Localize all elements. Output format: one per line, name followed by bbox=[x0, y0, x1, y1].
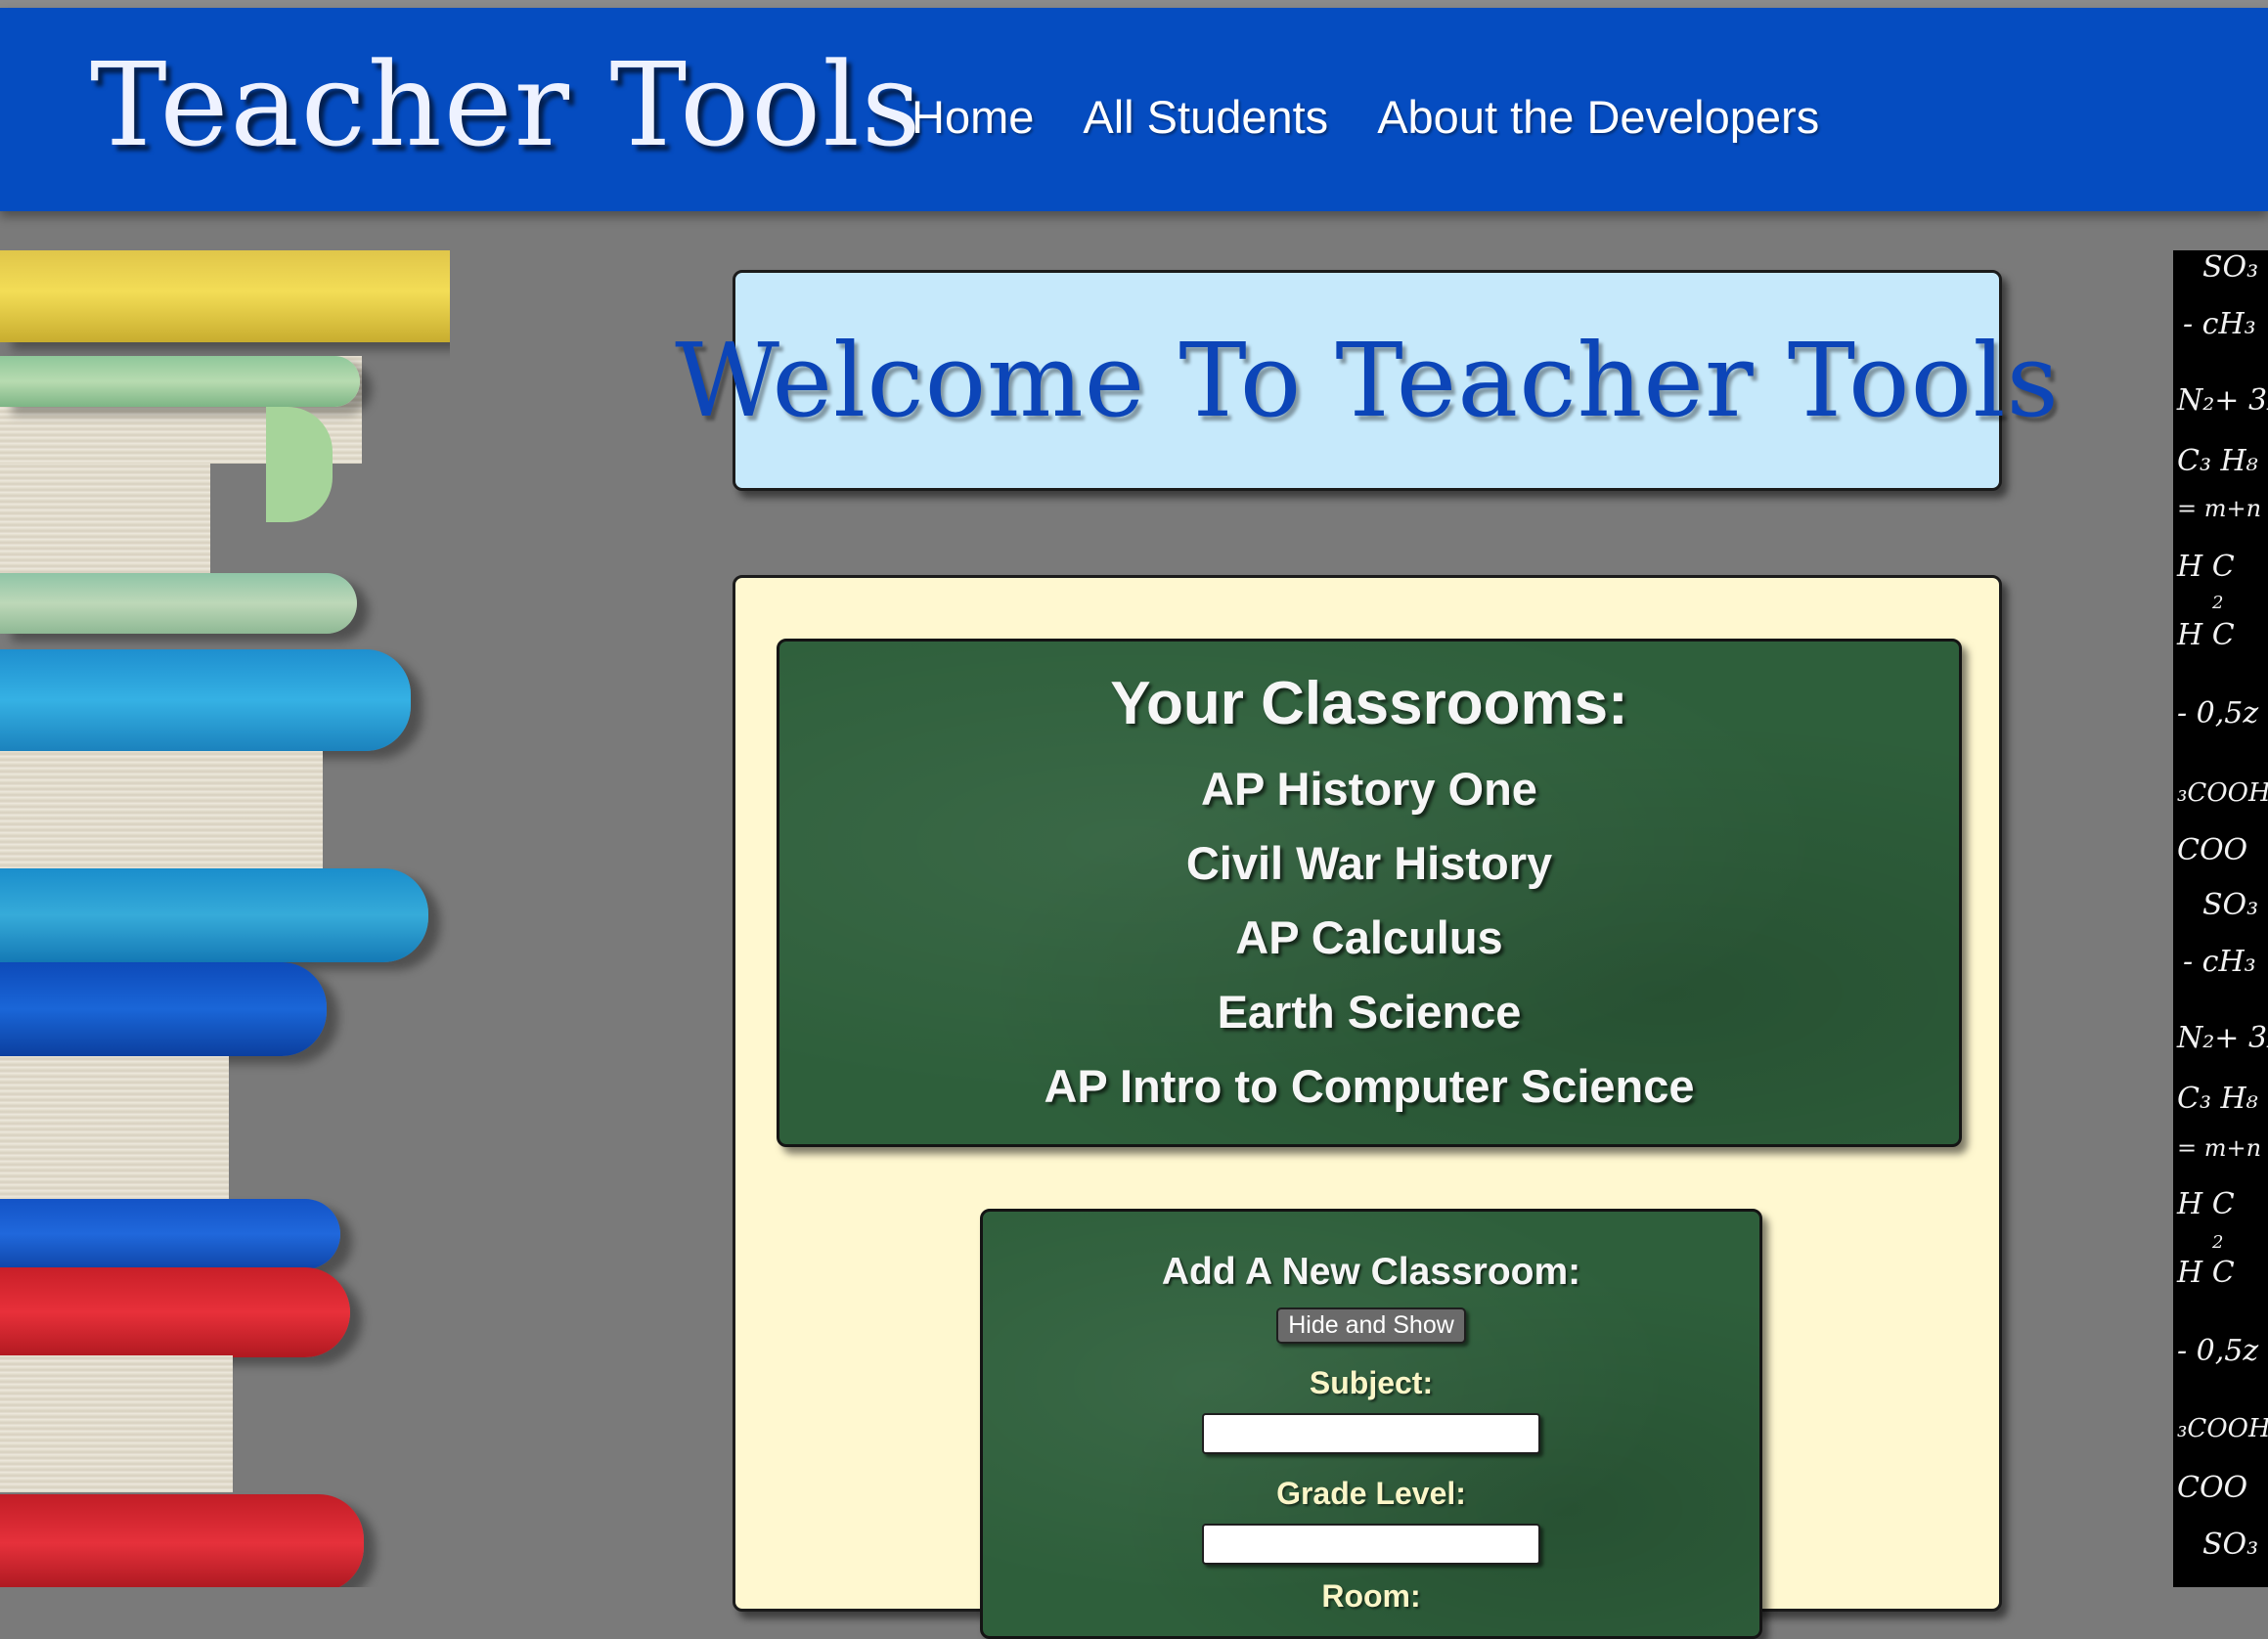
nav-about-developers[interactable]: About the Developers bbox=[1377, 90, 1819, 144]
add-classroom-title: Add A New Classroom: bbox=[1161, 1251, 1581, 1293]
chalk-text: C₃ H₈ bbox=[2177, 1082, 2258, 1116]
book-pages bbox=[0, 1355, 233, 1492]
book-green bbox=[0, 356, 360, 407]
chalk-text: - cH₃ bbox=[2183, 307, 2256, 341]
classroom-item[interactable]: Earth Science bbox=[779, 975, 1959, 1049]
chalk-text: H C bbox=[2177, 1187, 2235, 1221]
book-red-2 bbox=[0, 1494, 364, 1587]
chalk-text: COO bbox=[2177, 833, 2248, 867]
chalk-text: H C bbox=[2177, 618, 2235, 652]
site-logo[interactable]: Teacher Tools bbox=[90, 47, 922, 162]
main-nav: Home All Students About the Developers bbox=[912, 90, 1819, 144]
book-light-blue-2 bbox=[0, 868, 428, 962]
classroom-item[interactable]: Civil War History bbox=[779, 826, 1959, 901]
main-panel: Your Classrooms: AP History One Civil Wa… bbox=[733, 575, 2002, 1639]
classroom-item[interactable]: AP History One bbox=[779, 752, 1959, 826]
chalk-text: = m+n bbox=[2177, 495, 2262, 522]
book-pages bbox=[0, 464, 210, 581]
book-yellow bbox=[0, 250, 450, 342]
chalk-text: SO₃ bbox=[2202, 888, 2259, 922]
book-pages bbox=[0, 1056, 229, 1222]
welcome-banner: Welcome To Teacher Tools bbox=[675, 270, 2059, 491]
site-header: Teacher Tools Home All Students About th… bbox=[0, 8, 2268, 211]
classroom-item[interactable]: AP Intro to Computer Science bbox=[779, 1049, 1959, 1124]
chalk-text: - cH₃ bbox=[2183, 945, 2256, 979]
chalk-text: ₃COOH bbox=[2177, 778, 2268, 808]
top-strip bbox=[0, 0, 2268, 8]
nav-home[interactable]: Home bbox=[912, 90, 1034, 144]
chalk-text: ₃COOH bbox=[2177, 1414, 2268, 1443]
chalk-text: - 0,5z bbox=[2177, 696, 2259, 731]
classrooms-board: Your Classrooms: AP History One Civil Wa… bbox=[777, 639, 1962, 1147]
chalk-text: = m+n bbox=[2177, 1134, 2262, 1162]
chalk-text: 2 bbox=[2212, 593, 2224, 613]
welcome-title: Welcome To Teacher Tools bbox=[675, 321, 2060, 440]
book-light-blue bbox=[0, 649, 411, 751]
chalk-text: C₃ H₈ bbox=[2177, 444, 2258, 478]
add-classroom-form: Add A New Classroom: Hide and Show Subje… bbox=[980, 1209, 1762, 1639]
subject-label: Subject: bbox=[1309, 1365, 1434, 1400]
book-blue bbox=[0, 962, 327, 1056]
chalk-text: H C bbox=[2177, 1256, 2235, 1290]
chalk-text: COO bbox=[2177, 1471, 2248, 1505]
classroom-list: AP History One Civil War History AP Calc… bbox=[779, 752, 1959, 1124]
book-pages bbox=[0, 751, 323, 878]
grade-level-input[interactable] bbox=[1202, 1524, 1540, 1565]
room-label: Room: bbox=[1321, 1578, 1421, 1614]
subject-input[interactable] bbox=[1202, 1413, 1540, 1454]
chalk-text: - 0,5z bbox=[2177, 1334, 2259, 1368]
chalk-text: 2 bbox=[2212, 1232, 2224, 1253]
chalk-text: SO₃ bbox=[2202, 1528, 2259, 1562]
chalk-text: N₂+ 3H bbox=[2177, 383, 2268, 418]
book-mint bbox=[0, 573, 357, 634]
book-red bbox=[0, 1267, 350, 1357]
books-decoration bbox=[0, 250, 450, 1587]
chalkboard-decoration: SO₃ - cH₃ N₂+ 3H C₃ H₈ = m+n H C 2 H C -… bbox=[2173, 250, 2268, 1587]
chalk-text: N₂+ 3H bbox=[2177, 1021, 2268, 1055]
classroom-item[interactable]: AP Calculus bbox=[779, 901, 1959, 975]
chalk-text: SO₃ bbox=[2202, 250, 2259, 285]
chalk-text: H C bbox=[2177, 550, 2235, 584]
nav-all-students[interactable]: All Students bbox=[1083, 90, 1328, 144]
hide-show-button[interactable]: Hide and Show bbox=[1276, 1307, 1466, 1344]
grade-level-label: Grade Level: bbox=[1276, 1476, 1466, 1511]
classrooms-title: Your Classrooms: bbox=[1110, 670, 1628, 737]
book-blue-2 bbox=[0, 1199, 340, 1269]
